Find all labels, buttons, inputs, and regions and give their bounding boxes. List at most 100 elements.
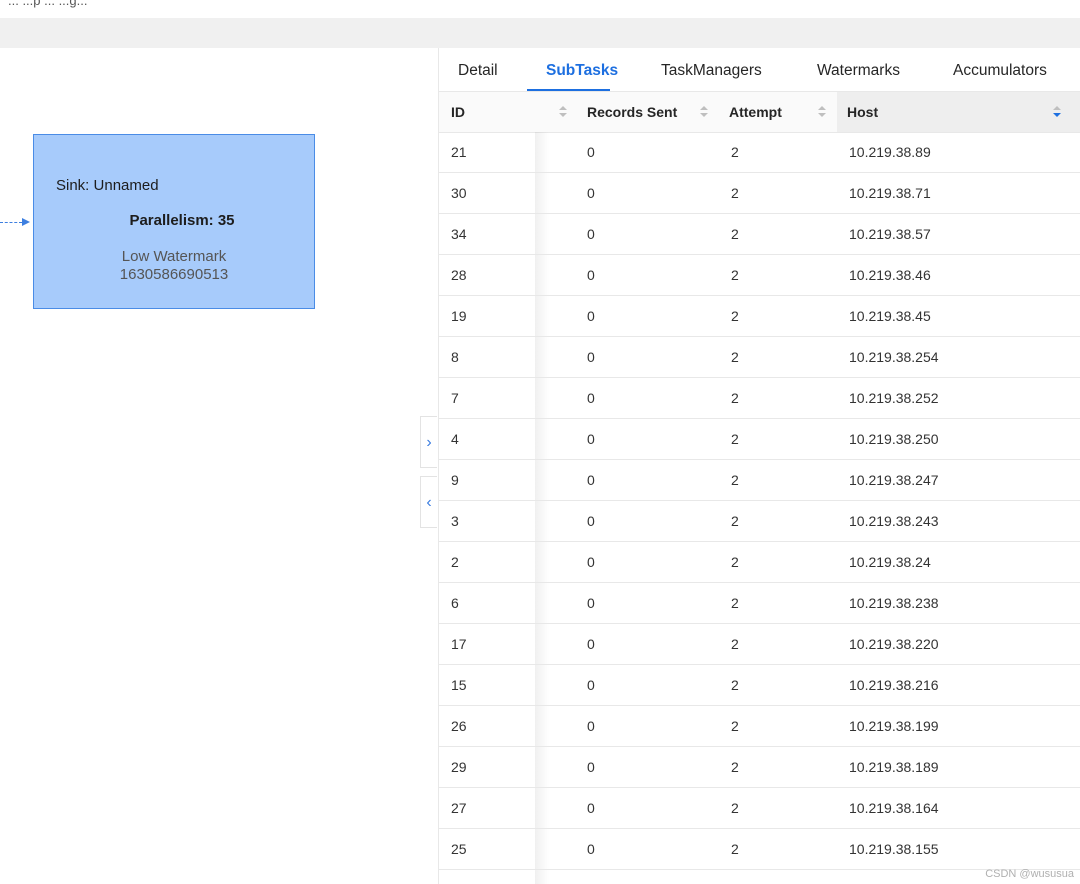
table-row[interactable]: 34 0 2 10.219.38.57 [439, 214, 1080, 255]
node-title: Sink: Unnamed [56, 177, 159, 194]
cell-id: 3 [451, 513, 459, 529]
cell-records-sent: 0 [587, 554, 595, 570]
table-row[interactable]: 9 0 2 10.219.38.247 [439, 460, 1080, 501]
cell-records-sent: 0 [587, 677, 595, 693]
table-row[interactable]: 3 0 2 10.219.38.243 [439, 501, 1080, 542]
cell-host: 10.219.38.189 [849, 759, 939, 775]
sort-host-icon[interactable] [1053, 106, 1061, 118]
cell-host: 10.219.38.164 [849, 800, 939, 816]
cell-host: 10.219.38.57 [849, 226, 931, 242]
node-parallelism: Parallelism: 35 [129, 212, 235, 229]
table-row[interactable]: 7 0 2 10.219.38.252 [439, 378, 1080, 419]
cell-id: 9 [451, 472, 459, 488]
top-bar-text: ... ...p ... ...g... [8, 0, 88, 8]
cell-host: 10.219.38.238 [849, 595, 939, 611]
cell-host: 10.219.38.199 [849, 718, 939, 734]
table-header: ID Records Sent Attempt Host [439, 92, 1080, 133]
cell-host: 10.219.38.24 [849, 554, 931, 570]
cell-attempt: 2 [731, 595, 739, 611]
column-header-id[interactable]: ID [451, 92, 465, 132]
cell-host: 10.219.38.220 [849, 636, 939, 652]
cell-records-sent: 0 [587, 595, 595, 611]
cell-records-sent: 0 [587, 308, 595, 324]
table-row[interactable]: 26 0 2 10.219.38.199 [439, 706, 1080, 747]
graph-node-sink[interactable]: Sink: Unnamed Parallelism: 35 Low Waterm… [33, 134, 315, 309]
table-row[interactable]: 19 0 2 10.219.38.45 [439, 296, 1080, 337]
watermark-text: CSDN @wususua [985, 868, 1074, 880]
column-header-host[interactable]: Host [847, 92, 878, 132]
cell-attempt: 2 [731, 349, 739, 365]
tab-watermarks[interactable]: Watermarks [817, 62, 900, 80]
graph-edge [0, 222, 22, 223]
cell-id: 29 [451, 759, 467, 775]
tab-bar: Detail SubTasks TaskManagers Watermarks … [439, 48, 1080, 92]
cell-records-sent: 0 [587, 349, 595, 365]
cell-attempt: 2 [731, 144, 739, 160]
toolbar-strip [0, 18, 1080, 49]
cell-id: 4 [451, 431, 459, 447]
cell-id: 15 [451, 677, 467, 693]
cell-attempt: 2 [731, 718, 739, 734]
cell-id: 28 [451, 267, 467, 283]
cell-id: 8 [451, 349, 459, 365]
table-row[interactable]: 29 0 2 10.219.38.189 [439, 747, 1080, 788]
cell-attempt: 2 [731, 267, 739, 283]
cell-id: 30 [451, 185, 467, 201]
top-bar: ... ...p ... ...g... [0, 0, 1080, 18]
cell-attempt: 2 [731, 472, 739, 488]
table-row[interactable]: 28 0 2 10.219.38.46 [439, 255, 1080, 296]
expand-panel-chevron-right-icon[interactable]: › [420, 416, 437, 468]
cell-attempt: 2 [731, 554, 739, 570]
sort-attempt-icon[interactable] [818, 106, 826, 118]
subtasks-table-body: 21 0 2 10.219.38.89 30 0 2 10.219.38.71 34 0 2 10.2… [439, 132, 1080, 870]
cell-id: 19 [451, 308, 467, 324]
table-row[interactable]: 17 0 2 10.219.38.220 [439, 624, 1080, 665]
cell-host: 10.219.38.243 [849, 513, 939, 529]
table-row[interactable]: 21 0 2 10.219.38.89 [439, 132, 1080, 173]
cell-id: 34 [451, 226, 467, 242]
cell-attempt: 2 [731, 431, 739, 447]
table-row[interactable]: 2 0 2 10.219.38.24 [439, 542, 1080, 583]
cell-host: 10.219.38.45 [849, 308, 931, 324]
cell-id: 6 [451, 595, 459, 611]
table-row[interactable]: 30 0 2 10.219.38.71 [439, 173, 1080, 214]
cell-id: 27 [451, 800, 467, 816]
cell-attempt: 2 [731, 800, 739, 816]
cell-host: 10.219.38.254 [849, 349, 939, 365]
collapse-panel-chevron-left-icon[interactable]: ‹ [420, 476, 437, 528]
column-header-records-sent[interactable]: Records Sent [587, 92, 677, 132]
table-row[interactable]: 15 0 2 10.219.38.216 [439, 665, 1080, 706]
active-tab-indicator [527, 89, 610, 91]
cell-id: 21 [451, 144, 467, 160]
cell-id: 2 [451, 554, 459, 570]
cell-records-sent: 0 [587, 390, 595, 406]
table-row[interactable]: 4 0 2 10.219.38.250 [439, 419, 1080, 460]
tab-detail[interactable]: Detail [458, 62, 498, 80]
table-row[interactable]: 25 0 2 10.219.38.155 [439, 829, 1080, 870]
table-row[interactable]: 6 0 2 10.219.38.238 [439, 583, 1080, 624]
tab-accumulators[interactable]: Accumulators [953, 62, 1047, 80]
tab-subtasks[interactable]: SubTasks [546, 62, 618, 80]
graph-edge-arrow-icon [22, 218, 30, 226]
table-row[interactable]: 8 0 2 10.219.38.254 [439, 337, 1080, 378]
cell-host: 10.219.38.250 [849, 431, 939, 447]
cell-host: 10.219.38.216 [849, 677, 939, 693]
cell-attempt: 2 [731, 185, 739, 201]
cell-records-sent: 0 [587, 800, 595, 816]
cell-attempt: 2 [731, 513, 739, 529]
cell-host: 10.219.38.71 [849, 185, 931, 201]
cell-host: 10.219.38.89 [849, 144, 931, 160]
column-header-attempt[interactable]: Attempt [729, 92, 782, 132]
table-row[interactable]: 27 0 2 10.219.38.164 [439, 788, 1080, 829]
sort-records-sent-icon[interactable] [700, 106, 708, 118]
cell-attempt: 2 [731, 226, 739, 242]
cell-host: 10.219.38.247 [849, 472, 939, 488]
cell-records-sent: 0 [587, 841, 595, 857]
vertex-detail-panel: Detail SubTasks TaskManagers Watermarks … [438, 48, 1080, 884]
sort-id-icon[interactable] [559, 106, 567, 118]
cell-attempt: 2 [731, 308, 739, 324]
cell-host: 10.219.38.155 [849, 841, 939, 857]
job-graph[interactable]: Sink: Unnamed Parallelism: 35 Low Waterm… [0, 48, 438, 884]
cell-id: 25 [451, 841, 467, 857]
tab-taskmanagers[interactable]: TaskManagers [661, 62, 762, 80]
